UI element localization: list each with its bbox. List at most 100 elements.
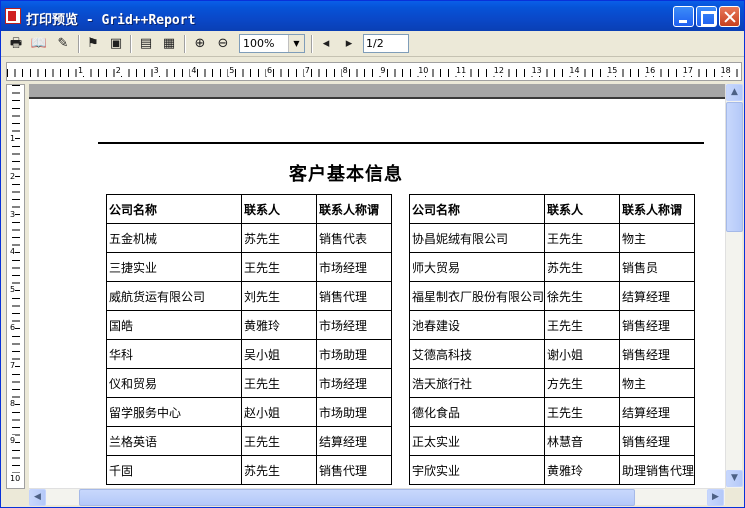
maximize-button[interactable] — [696, 6, 717, 27]
app-icon — [5, 8, 21, 24]
table-cell: 池春建设 — [409, 310, 545, 340]
next-page-icon[interactable]: ▸ — [339, 34, 359, 54]
column-header: 联系人 — [241, 194, 317, 224]
table-header-row: 公司名称 联系人 联系人称谓 — [106, 194, 392, 224]
table-cell: 王先生 — [544, 223, 620, 253]
chevron-down-icon[interactable]: ▼ — [288, 35, 304, 52]
toolbar-separator — [130, 35, 132, 53]
ruler-number: 10 — [10, 473, 21, 486]
save-icon[interactable]: ▣ — [106, 34, 126, 54]
print-icon[interactable]: 🖶 — [6, 34, 26, 54]
table-cell: 王先生 — [544, 310, 620, 340]
zoom-select[interactable]: 100% ▼ — [239, 34, 305, 53]
ruler-number: 18 — [719, 66, 732, 76]
ruler-number: 2 — [10, 170, 16, 183]
table-cell: 德化食品 — [409, 397, 545, 427]
page-setup-icon[interactable]: ✎ — [53, 34, 73, 54]
table-row: 协昌妮绒有限公司 王先生 物主 — [409, 223, 695, 253]
table-cell: 销售代理 — [316, 281, 392, 311]
table-row: 华科 吴小姐 市场助理 — [106, 339, 392, 369]
ruler-number: 17 — [681, 66, 694, 76]
ruler-number: 5 — [228, 66, 236, 76]
table-cell: 徐先生 — [544, 281, 620, 311]
zoom-in-icon[interactable]: ⊕ — [190, 34, 210, 54]
column-header: 公司名称 — [106, 194, 242, 224]
single-page-icon[interactable]: ▤ — [136, 34, 156, 54]
horizontal-scroll-thumb[interactable] — [79, 489, 635, 506]
zoom-value: 100% — [243, 37, 275, 50]
ruler-number: 4 — [10, 246, 16, 259]
table-cell: 五金机械 — [106, 223, 242, 253]
minimize-button[interactable] — [673, 6, 694, 27]
table-cell: 结算经理 — [619, 397, 695, 427]
ruler-number: 3 — [10, 208, 16, 221]
scroll-right-icon[interactable]: ▶ — [707, 489, 724, 506]
zoom-out-icon[interactable]: ⊖ — [213, 34, 233, 54]
vertical-scrollbar[interactable]: ▲ ▼ — [725, 84, 743, 488]
ruler-number: 9 — [379, 66, 387, 76]
multi-page-icon[interactable]: ▦ — [159, 34, 179, 54]
table-cell: 方先生 — [544, 368, 620, 398]
horizontal-ruler: 12345678910111213141516171819 — [6, 62, 742, 81]
preview-page: 客户基本信息 公司名称 联系人 联系人称谓 五金机械 苏先生 销售代表 三捷实业 王先生 市场经… — [29, 84, 725, 488]
table-cell: 留学服务中心 — [106, 397, 242, 427]
table-cell: 王先生 — [544, 397, 620, 427]
ruler-number: 6 — [266, 66, 274, 76]
table-cell: 结算经理 — [316, 426, 392, 456]
ruler-number: 6 — [10, 322, 16, 334]
header-rule — [98, 142, 704, 144]
book-icon[interactable]: 📖 — [29, 34, 49, 54]
table-cell: 威航货运有限公司 — [106, 281, 242, 311]
horizontal-scrollbar[interactable]: ◀ ▶ — [29, 488, 725, 506]
table-cell: 市场助理 — [316, 397, 392, 427]
vertical-scroll-thumb[interactable] — [726, 102, 743, 232]
table-cell: 苏先生 — [241, 455, 317, 485]
table-cell: 助理销售代理 — [619, 455, 695, 485]
toolbar: 🖶 📖 ✎ ⚑ ▣ ▤ ▦ ⊕ ⊖ 100% ▼ ◂ ▸ 1/2 — [1, 31, 744, 57]
toolbar-separator — [184, 35, 186, 53]
table-cell: 正太实业 — [409, 426, 545, 456]
table-row: 池春建设 王先生 销售经理 — [409, 310, 695, 340]
table-cell: 师大贸易 — [409, 252, 545, 282]
table-cell: 兰格英语 — [106, 426, 242, 456]
vertical-ruler: 1 2 3 4 5 6 7 8 9 10 — [6, 84, 25, 489]
table-cell: 仪和贸易 — [106, 368, 242, 398]
table-row: 仪和贸易 王先生 市场经理 — [106, 368, 392, 398]
column-header: 联系人称谓 — [619, 194, 695, 224]
title-bar[interactable]: 打印预览 - Grid++Report — [1, 1, 744, 31]
scroll-down-icon[interactable]: ▼ — [726, 470, 743, 487]
table-row: 千固 苏先生 销售代理 — [106, 455, 392, 485]
export-icon[interactable]: ⚑ — [83, 34, 103, 54]
table-cell: 苏先生 — [544, 252, 620, 282]
table-cell: 王先生 — [241, 252, 317, 282]
toolbar-separator — [78, 35, 80, 53]
page-number-input[interactable]: 1/2 — [363, 34, 409, 53]
table-cell: 销售经理 — [619, 426, 695, 456]
table-row: 宇欣实业 黄雅玲 助理销售代理 — [409, 455, 695, 485]
table-row: 德化食品 王先生 结算经理 — [409, 397, 695, 427]
ruler-number: 12 — [492, 66, 505, 76]
table-cell: 林慧音 — [544, 426, 620, 456]
ruler-number: 1 — [77, 66, 85, 76]
prev-page-icon[interactable]: ◂ — [316, 34, 336, 54]
table-cell: 千固 — [106, 455, 242, 485]
table-cell: 物主 — [619, 223, 695, 253]
scroll-left-icon[interactable]: ◀ — [29, 489, 46, 506]
table-cell: 销售经理 — [619, 339, 695, 369]
table-row: 浩天旅行社 方先生 物主 — [409, 368, 695, 398]
table-row: 留学服务中心 赵小姐 市场助理 — [106, 397, 392, 427]
scroll-up-icon[interactable]: ▲ — [726, 84, 743, 101]
table-cell: 黄雅玲 — [544, 455, 620, 485]
table-cell: 协昌妮绒有限公司 — [409, 223, 545, 253]
table-cell: 王先生 — [241, 368, 317, 398]
window-title: 打印预览 - Grid++Report — [26, 13, 196, 28]
table-cell: 销售经理 — [619, 310, 695, 340]
ruler-number: 5 — [10, 284, 16, 297]
scrollbar-corner — [725, 488, 742, 505]
table-row: 福星制衣厂股份有限公司 徐先生 结算经理 — [409, 281, 695, 311]
table-cell: 宇欣实业 — [409, 455, 545, 485]
table-row: 五金机械 苏先生 销售代表 — [106, 223, 392, 253]
ruler-number: 3 — [152, 66, 160, 76]
close-button[interactable] — [719, 6, 740, 27]
table-cell: 苏先生 — [241, 223, 317, 253]
